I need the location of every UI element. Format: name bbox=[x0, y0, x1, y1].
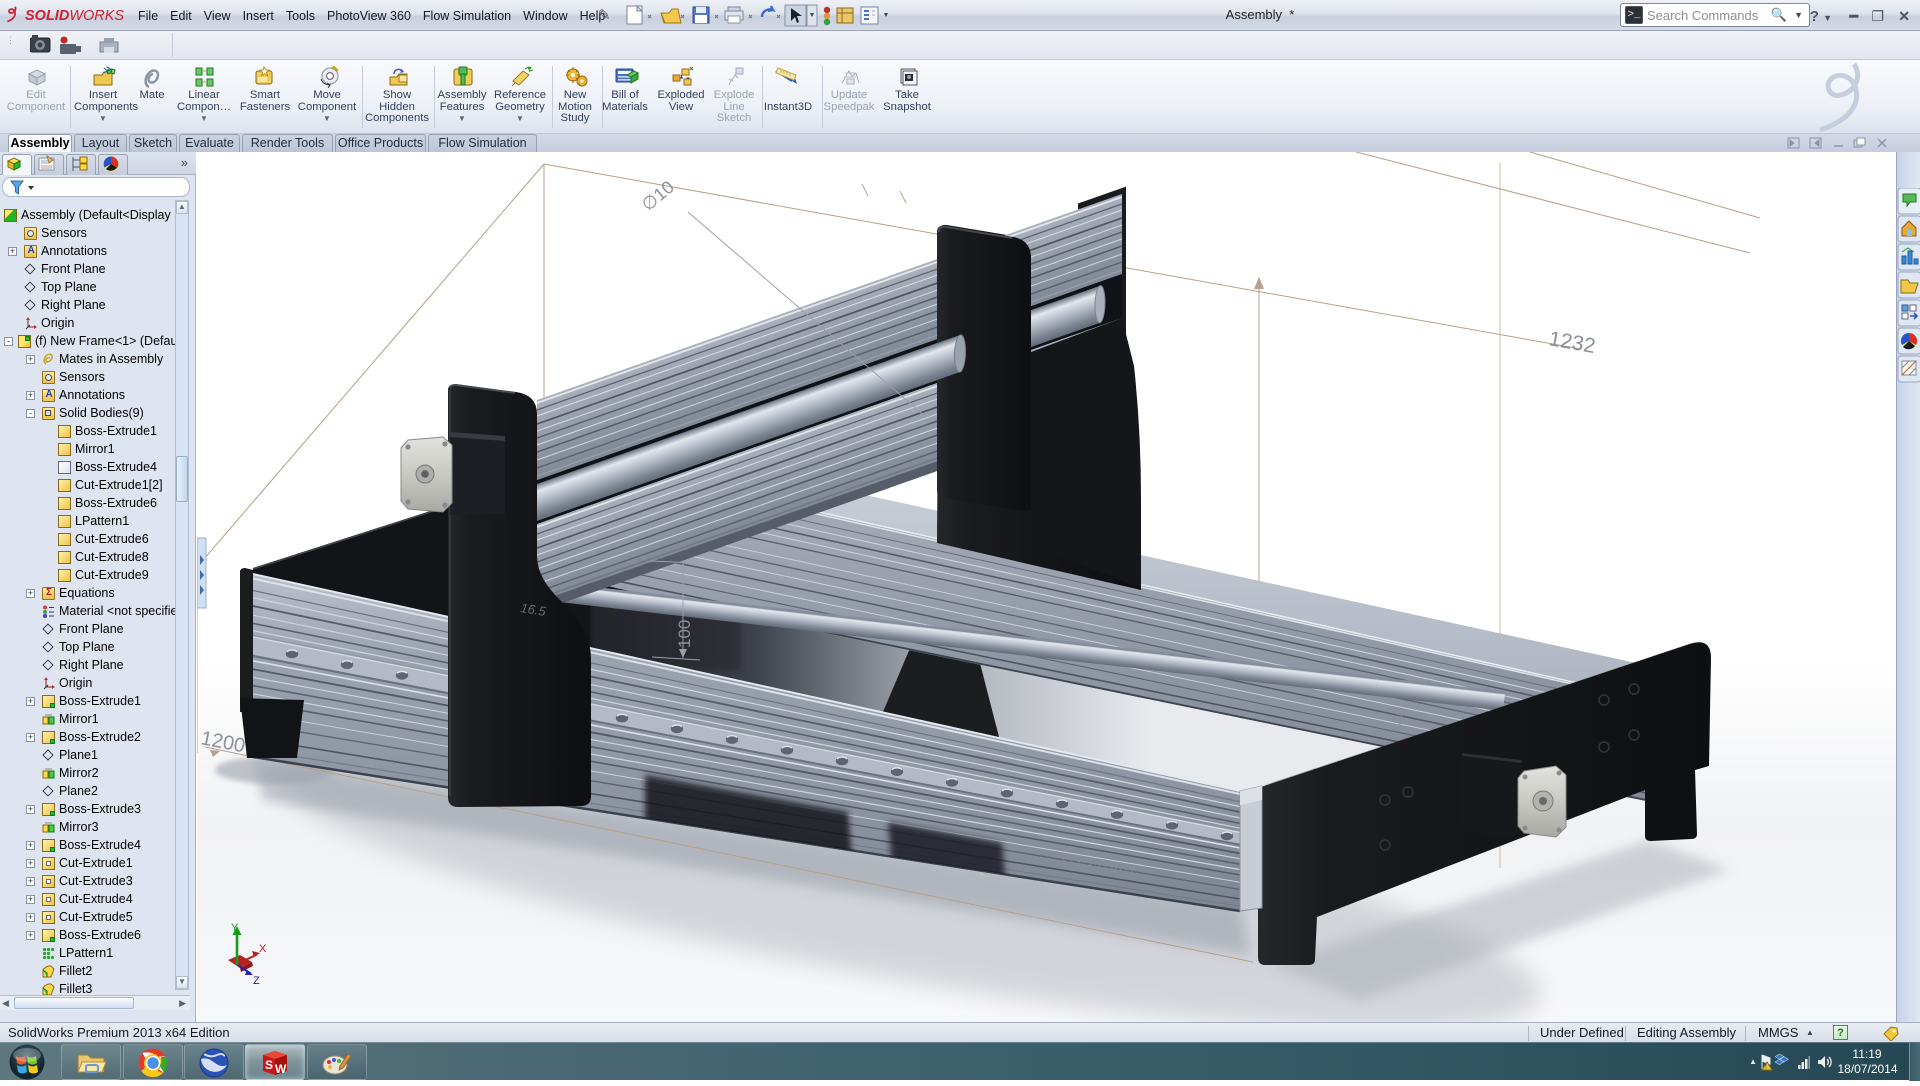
svg-text:X: X bbox=[259, 943, 267, 955]
svg-text:S: S bbox=[265, 1058, 273, 1072]
svg-text:100: 100 bbox=[675, 620, 694, 648]
svg-text:Y: Y bbox=[231, 922, 239, 934]
svg-text:!: ! bbox=[1765, 1064, 1767, 1071]
svg-text:W: W bbox=[275, 1062, 287, 1076]
svg-text:Z: Z bbox=[253, 975, 260, 987]
